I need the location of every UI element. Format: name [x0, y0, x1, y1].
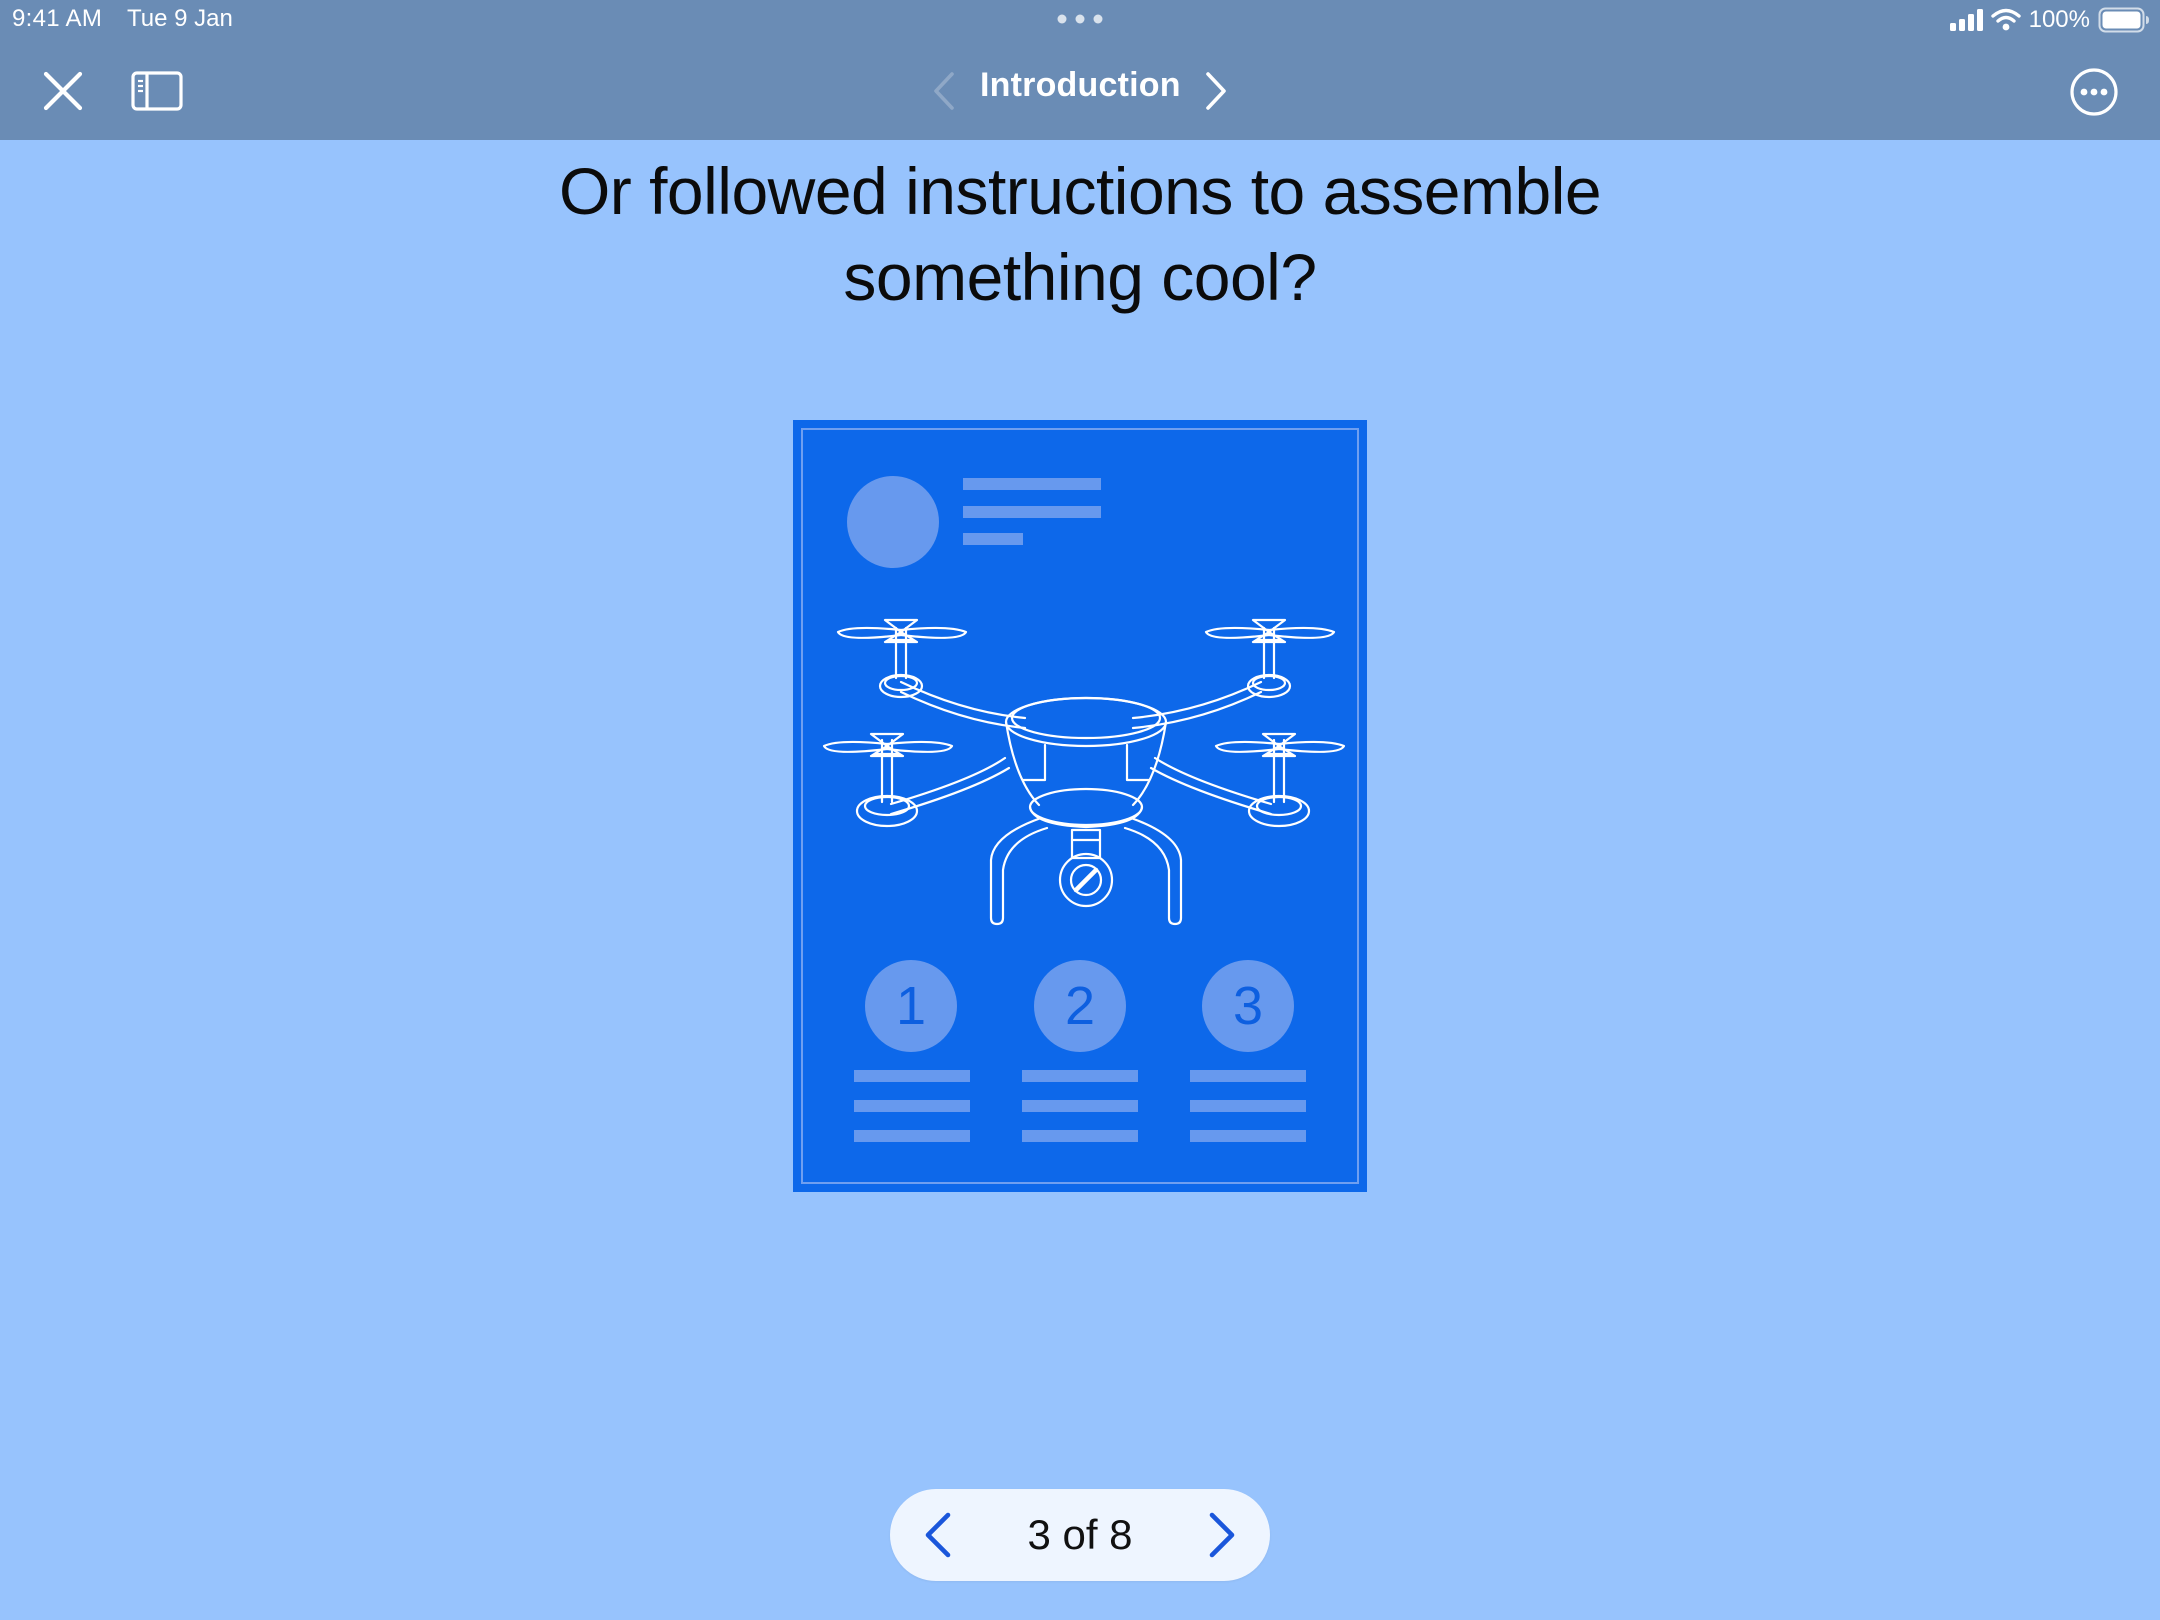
page-navigator: 3 of 8	[890, 1489, 1270, 1581]
top-bar: 9:41 AM Tue 9 Jan 100% Introduction	[0, 0, 2160, 140]
status-date: Tue 9 Jan	[127, 5, 233, 32]
step-2-line-1	[1022, 1070, 1138, 1082]
step-3-line-1	[1190, 1070, 1306, 1082]
step-2-line-2	[1022, 1100, 1138, 1112]
header-line-3	[963, 533, 1023, 545]
header-line-1	[963, 478, 1101, 490]
page-title: Introduction	[980, 66, 1181, 104]
instruction-sheet-illustration: 1 2 3	[793, 420, 1367, 1192]
step-3-number: 3	[1233, 976, 1263, 1036]
more-options-button[interactable]	[2068, 66, 2120, 118]
step-1-line-1	[854, 1070, 970, 1082]
heading-line-1: Or followed instructions to assemble	[558, 154, 1602, 228]
battery-percentage: 100%	[2028, 6, 2090, 33]
page-heading: Or followed instructions to assemble som…	[380, 148, 1780, 320]
step-2-line-3	[1022, 1130, 1138, 1142]
chevron-right-icon	[1206, 72, 1226, 110]
step-1-number: 1	[896, 976, 926, 1036]
more-icon	[2070, 68, 2118, 116]
step-1-line-2	[854, 1100, 970, 1112]
chevron-left-icon	[934, 72, 954, 110]
close-button[interactable]	[38, 66, 88, 116]
step-1-line-3	[854, 1130, 970, 1142]
previous-section-button[interactable]	[926, 68, 962, 114]
battery-icon	[2098, 7, 2149, 33]
step-2-number: 2	[1065, 976, 1095, 1036]
wifi-icon	[1990, 8, 2021, 31]
step-3-line-2	[1190, 1100, 1306, 1112]
close-icon	[43, 71, 83, 111]
header-avatar-shape	[847, 476, 939, 568]
multitasking-dots-icon[interactable]	[1056, 13, 1104, 25]
next-page-button[interactable]	[1202, 1511, 1242, 1559]
chevron-right-icon	[1209, 1512, 1235, 1558]
cellular-signal-icon	[1949, 9, 1983, 31]
status-time: 9:41 AM	[12, 5, 103, 32]
status-indicators: 100%	[1949, 4, 2150, 36]
heading-line-2: something cool?	[843, 240, 1317, 314]
header-line-2	[963, 506, 1101, 518]
sidebar-toggle-button[interactable]	[128, 66, 186, 116]
step-3-line-3	[1190, 1130, 1306, 1142]
sidebar-icon	[131, 71, 183, 111]
next-section-button[interactable]	[1198, 68, 1234, 114]
